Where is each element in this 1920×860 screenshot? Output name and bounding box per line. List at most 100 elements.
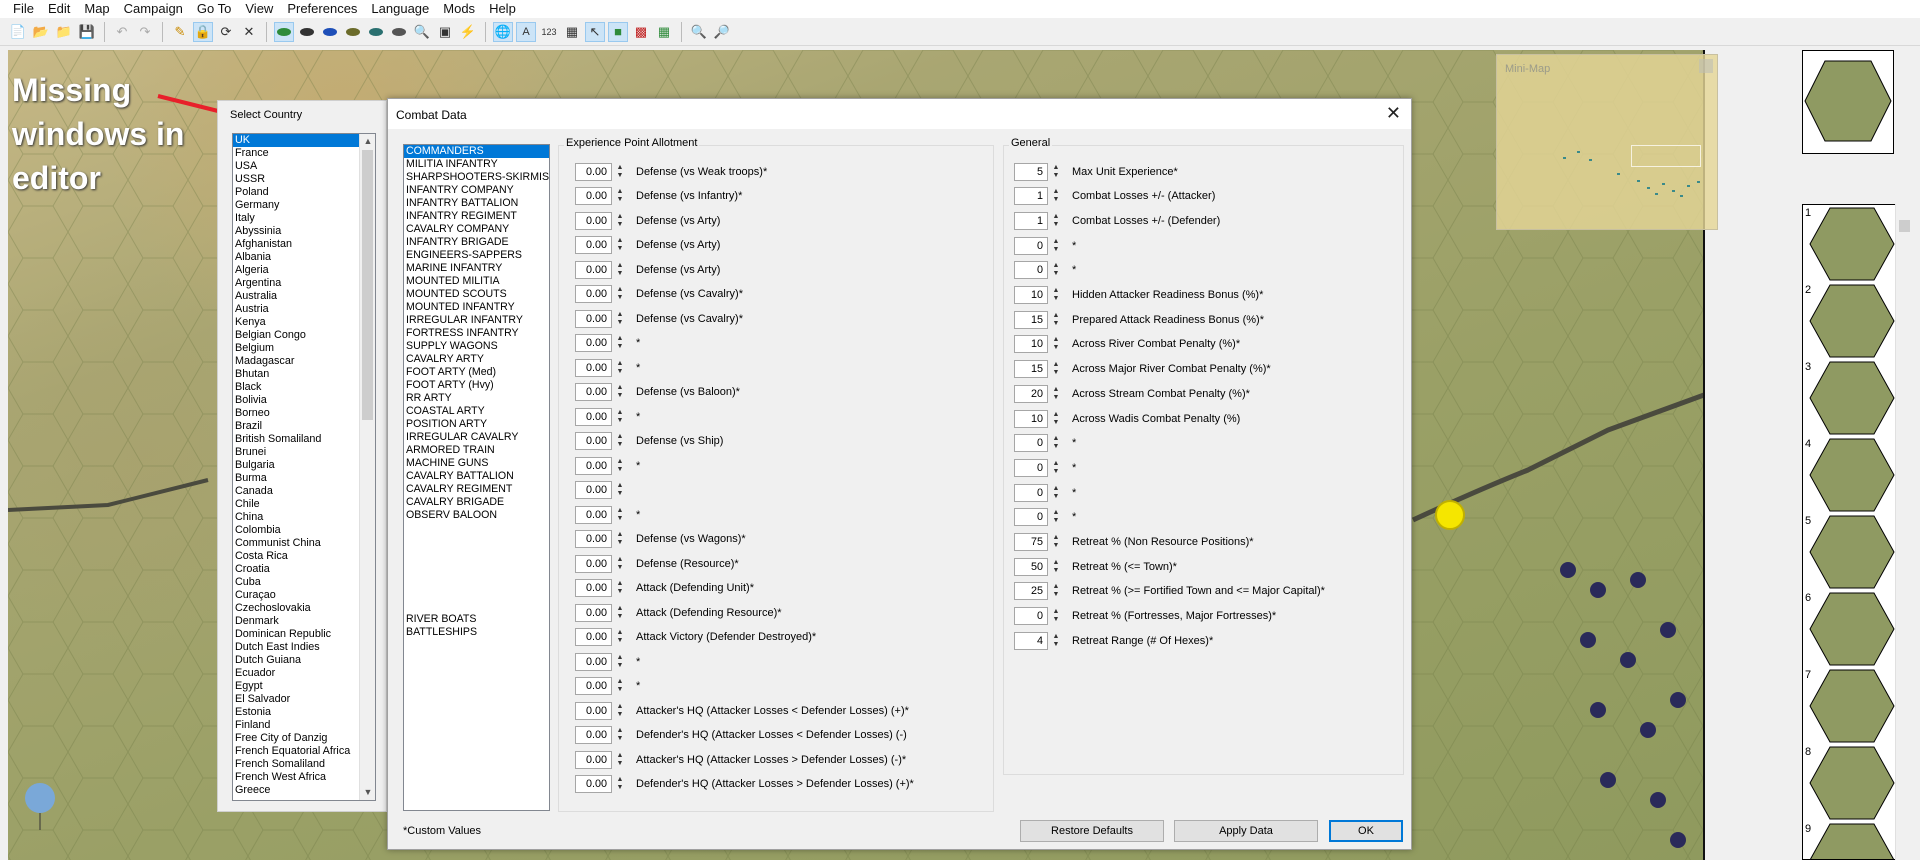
redo-icon[interactable]: ↷: [135, 22, 155, 42]
country-item[interactable]: Bulgaria: [233, 459, 375, 472]
spinner-icon[interactable]: ▲ ▼: [614, 334, 626, 353]
spinner-icon[interactable]: ▲ ▼: [614, 236, 626, 255]
mini-map[interactable]: Mini-Map: [1496, 54, 1718, 230]
unit-type-item[interactable]: SUPPLY WAGONS: [404, 340, 549, 353]
spinner-icon[interactable]: ▲ ▼: [614, 211, 626, 230]
palette-slot[interactable]: 4: [1803, 436, 1902, 513]
unit-type-item[interactable]: [404, 574, 549, 587]
open-icon[interactable]: 📂: [31, 22, 51, 42]
country-item[interactable]: Dutch East Indies: [233, 641, 375, 654]
spinner-icon[interactable]: ▲ ▼: [614, 579, 626, 598]
general-value-input[interactable]: 0: [1014, 607, 1048, 626]
scroll-up-icon[interactable]: ▲: [360, 134, 375, 149]
country-item[interactable]: Greece: [233, 784, 375, 797]
experience-value-input[interactable]: 0.00: [575, 677, 612, 695]
spinner-icon[interactable]: ▲ ▼: [1050, 483, 1062, 502]
country-item[interactable]: Communist China: [233, 537, 375, 550]
unit-type-item[interactable]: [404, 561, 549, 574]
unit-type-item[interactable]: [404, 548, 549, 561]
unit-type-item[interactable]: [404, 535, 549, 548]
country-item[interactable]: Bolivia: [233, 394, 375, 407]
select-icon[interactable]: ⟳: [216, 22, 236, 42]
unit-type-item[interactable]: RIVER BOATS: [404, 613, 549, 626]
experience-value-input[interactable]: 0.00: [575, 603, 612, 622]
spinner-icon[interactable]: ▲ ▼: [614, 260, 626, 279]
experience-value-input[interactable]: 0.00: [575, 162, 612, 181]
spinner-icon[interactable]: ▲ ▼: [614, 750, 626, 769]
spinner-icon[interactable]: ▲ ▼: [1050, 261, 1062, 280]
spinner-icon[interactable]: ▲ ▼: [1050, 286, 1062, 305]
country-item[interactable]: Albania: [233, 251, 375, 264]
spinner-icon[interactable]: ▲ ▼: [1050, 582, 1062, 601]
country-item[interactable]: Argentina: [233, 277, 375, 290]
palette-slot[interactable]: 7: [1803, 667, 1902, 744]
close-icon[interactable]: ✕: [1386, 103, 1401, 124]
general-value-input[interactable]: 10: [1014, 409, 1048, 428]
palette-slot[interactable]: 1: [1803, 205, 1902, 282]
country-item[interactable]: UK: [233, 134, 375, 147]
spinner-icon[interactable]: ▲ ▼: [1050, 458, 1062, 477]
unit-type-item[interactable]: POSITION ARTY: [404, 418, 549, 431]
experience-value-input[interactable]: 0.00: [575, 505, 612, 524]
experience-value-input[interactable]: 0.00: [575, 187, 612, 205]
apply-data-button[interactable]: Apply Data: [1174, 820, 1318, 842]
spinner-icon[interactable]: ▲ ▼: [614, 309, 626, 328]
general-value-input[interactable]: 0: [1014, 236, 1048, 255]
ok-button[interactable]: OK: [1329, 820, 1403, 842]
unit-type-item[interactable]: INFANTRY COMPANY: [404, 184, 549, 197]
experience-value-input[interactable]: 0.00: [575, 481, 612, 499]
unit-type-item[interactable]: INFANTRY BATTALION: [404, 197, 549, 210]
country-item[interactable]: Cuba: [233, 576, 375, 589]
experience-value-input[interactable]: 0.00: [575, 775, 612, 793]
pencil-icon[interactable]: ✎: [170, 22, 190, 42]
country-item[interactable]: Costa Rica: [233, 550, 375, 563]
palette-slot[interactable]: 9: [1803, 821, 1902, 859]
country-item[interactable]: Algeria: [233, 264, 375, 277]
unit-type-item[interactable]: IRREGULAR CAVALRY: [404, 431, 549, 444]
country-item[interactable]: Denmark: [233, 615, 375, 628]
country-item[interactable]: El Salvador: [233, 693, 375, 706]
general-value-input[interactable]: 0: [1014, 261, 1048, 280]
general-value-input[interactable]: 0: [1014, 508, 1048, 527]
unit-type-item[interactable]: RR ARTY: [404, 392, 549, 405]
spinner-icon[interactable]: ▲ ▼: [1050, 335, 1062, 354]
unit-type-item[interactable]: CAVALRY BRIGADE: [404, 496, 549, 509]
general-value-input[interactable]: 20: [1014, 384, 1048, 403]
spinner-icon[interactable]: ▲ ▼: [1050, 310, 1062, 329]
country-item[interactable]: Curaçao: [233, 589, 375, 602]
country-item[interactable]: Belgian Congo: [233, 329, 375, 342]
delete-icon[interactable]: ✕: [239, 22, 259, 42]
spinner-icon[interactable]: ▲ ▼: [614, 554, 626, 573]
open-folder-icon[interactable]: 📁: [54, 22, 74, 42]
menu-go-to[interactable]: Go To: [190, 0, 238, 18]
unit-type-item[interactable]: MACHINE GUNS: [404, 457, 549, 470]
terrain-gray-icon[interactable]: [389, 22, 409, 42]
window-scrollbar[interactable]: [1912, 50, 1920, 860]
general-value-input[interactable]: 5: [1014, 162, 1048, 181]
terrain-olive-icon[interactable]: [343, 22, 363, 42]
general-value-input[interactable]: 10: [1014, 286, 1048, 304]
general-value-input[interactable]: 15: [1014, 310, 1048, 329]
scroll-thumb[interactable]: [362, 150, 373, 420]
country-item[interactable]: Ecuador: [233, 667, 375, 680]
lock-icon[interactable]: 🔒: [193, 21, 213, 42]
terrain-green-icon[interactable]: [274, 21, 294, 42]
general-value-input[interactable]: 1: [1014, 187, 1048, 206]
spinner-icon[interactable]: ▲ ▼: [1050, 162, 1062, 181]
save-icon[interactable]: 💾: [77, 22, 97, 42]
terrain-blue-icon[interactable]: [320, 22, 340, 42]
menu-language[interactable]: Language: [364, 0, 436, 18]
spinner-icon[interactable]: ▲ ▼: [1050, 360, 1062, 379]
layers-icon[interactable]: ■: [608, 21, 628, 42]
pointer-icon[interactable]: ↖: [585, 21, 605, 42]
spinner-icon[interactable]: ▲ ▼: [614, 775, 626, 794]
spinner-icon[interactable]: ▲ ▼: [614, 530, 626, 549]
experience-value-input[interactable]: 0.00: [575, 407, 612, 426]
experience-value-input[interactable]: 0.00: [575, 726, 612, 744]
spinner-icon[interactable]: ▲ ▼: [614, 285, 626, 304]
table-icon[interactable]: ▦: [654, 22, 674, 42]
country-item[interactable]: Colombia: [233, 524, 375, 537]
country-item[interactable]: Poland: [233, 186, 375, 199]
experience-value-input[interactable]: 0.00: [575, 260, 612, 279]
unit-type-item[interactable]: MOUNTED SCOUTS: [404, 288, 549, 301]
